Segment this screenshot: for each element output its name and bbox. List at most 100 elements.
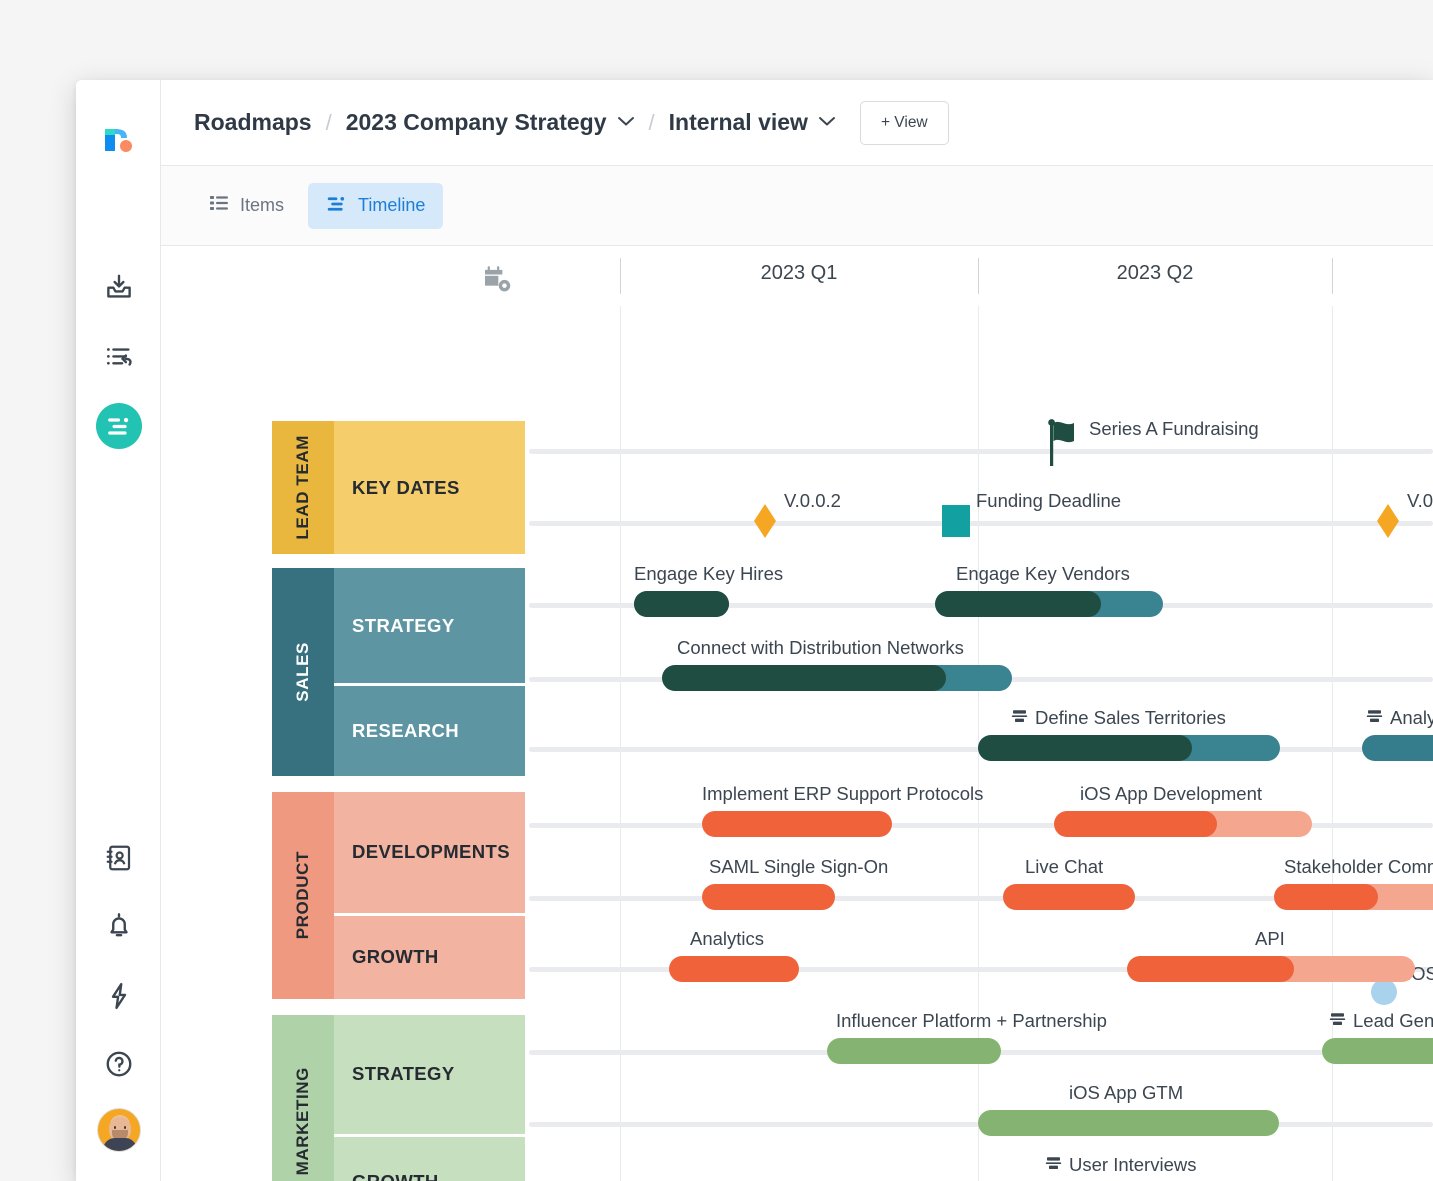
timeline-bar-live-chat[interactable] xyxy=(1003,884,1135,910)
breadcrumb-view-name[interactable]: Internal view xyxy=(669,109,836,136)
timeline-bar-ios-app-development[interactable] xyxy=(1054,811,1312,837)
bell-icon[interactable] xyxy=(76,904,161,948)
breadcrumb-roadmap-name[interactable]: 2023 Company Strategy xyxy=(346,109,635,136)
breadcrumb-roadmaps[interactable]: Roadmaps xyxy=(194,109,312,136)
tab-items-label: Items xyxy=(240,195,285,215)
timeline-bar-label-define-sales-territories: Define Sales Territories xyxy=(1011,707,1226,729)
timeline-bar-label-implement-erp-support-protocols: Implement ERP Support Protocols xyxy=(702,783,984,804)
help-icon[interactable] xyxy=(76,1042,161,1086)
tab-timeline-label: Timeline xyxy=(358,195,426,215)
contacts-icon[interactable] xyxy=(76,836,161,880)
track-line xyxy=(529,521,1433,526)
view-tabs: Items Timeline xyxy=(161,166,1433,246)
avatar-image xyxy=(96,1108,141,1152)
avatar[interactable] xyxy=(76,1106,161,1154)
breadcrumb-view-label: Internal view xyxy=(668,109,808,135)
milestone-marker-funding-deadline[interactable] xyxy=(942,505,970,537)
breadcrumb-separator: / xyxy=(325,109,332,135)
milestone-label-v003: V.0.0.3 xyxy=(1407,490,1433,511)
timeline-bar-label-analytics: Analytics xyxy=(690,928,765,949)
timeline-bar-define-sales-territories[interactable] xyxy=(978,735,1280,761)
timeline-bar-label-saml-single-sign-on: SAML Single Sign-On xyxy=(709,856,889,877)
sidebar-item-roadmaps[interactable] xyxy=(76,403,161,449)
timeline-bar-saml-single-sign-on[interactable] xyxy=(702,884,835,910)
timeline-bar-engage-key-vendors[interactable] xyxy=(935,591,1163,617)
roadmap-ref-icon-2 xyxy=(1366,707,1383,729)
timeline-bar-label-user-interviews: User Interviews xyxy=(1045,1154,1196,1176)
timeline-bar-stakeholder-commenting[interactable] xyxy=(1274,884,1433,910)
milestone-label-v002: V.0.0.2 xyxy=(784,490,841,511)
milestone-marker-ios-app-v2-release[interactable] xyxy=(1371,979,1397,1005)
lane-team-lead-team: LEAD TEAM xyxy=(272,421,334,554)
milestone-marker-v003[interactable] xyxy=(1377,504,1399,538)
timeline-canvas: 2023 Q1 2023 Q2 2023 Q3 LEAD TEAM KEY DA… xyxy=(161,246,1433,1181)
lane-team-marketing: MARKETING xyxy=(272,1015,334,1181)
timeline-bar-label-ios-app-development: iOS App Development xyxy=(1080,783,1263,804)
lane-group-sales: SALES STRATEGY RESEARCH xyxy=(272,568,525,776)
lane-team-sales: SALES xyxy=(272,568,334,776)
roadmap-ref-icon-4 xyxy=(1045,1154,1062,1176)
lane-rows-lead-team: KEY DATES xyxy=(334,421,525,554)
timeline-bar-label-live-chat: Live Chat xyxy=(1025,856,1104,877)
timeline-bar-analyze-sales-trends[interactable] xyxy=(1362,735,1433,761)
calendar-gear-icon[interactable] xyxy=(481,263,513,300)
milestone-label-funding-deadline: Funding Deadline xyxy=(976,490,1122,511)
bolt-icon[interactable] xyxy=(76,974,161,1018)
breadcrumb-separator-2: / xyxy=(648,109,655,135)
lane-row-product-growth[interactable]: GROWTH xyxy=(334,912,525,999)
lane-row-sales-strategy[interactable]: STRATEGY xyxy=(334,568,525,683)
quarter-label-q3: 2023 Q3 xyxy=(1332,262,1433,285)
timeline-icon-tab xyxy=(326,193,347,219)
lane-rows-product: DEVELOPMENTS GROWTH xyxy=(334,792,525,999)
add-view-button[interactable]: + View xyxy=(859,100,949,145)
chevron-down-icon xyxy=(617,114,635,132)
timeline-bar-label-stakeholder-commenting: Stakeholder Commenting xyxy=(1284,856,1433,877)
timeline-bar-implement-erp-support-protocols[interactable] xyxy=(702,811,892,837)
lane-row-marketing-strategy[interactable]: STRATEGY xyxy=(334,1015,525,1134)
timeline-bar-analytics[interactable] xyxy=(669,956,799,982)
timeline-bar-connect-distribution-networks[interactable] xyxy=(662,665,1012,691)
timeline-bar-lead-generation-strategies[interactable] xyxy=(1322,1038,1433,1064)
timeline-bar-label-engage-key-vendors: Engage Key Vendors xyxy=(956,563,1130,584)
roadmap-ref-icon xyxy=(1011,707,1028,729)
lane-rows-sales: STRATEGY RESEARCH xyxy=(334,568,525,776)
breadcrumb-roadmap-label: 2023 Company Strategy xyxy=(345,109,607,135)
timeline-bar-label-api: API xyxy=(1255,928,1285,949)
lane-group-lead-team: LEAD TEAM KEY DATES xyxy=(272,421,525,554)
header-bar: Roadmaps / 2023 Company Strategy / Inter… xyxy=(161,80,1433,166)
milestone-marker-series-a-fundraising[interactable] xyxy=(1047,418,1081,471)
lane-group-product: PRODUCT DEVELOPMENTS GROWTH xyxy=(272,792,525,999)
timeline-bar-label-analyze-sales-trends: Analyze Sales trends xyxy=(1366,707,1433,729)
lane-rows-marketing: STRATEGY GROWTH xyxy=(334,1015,525,1181)
timeline-bar-label-lead-generation-strategies: Lead Generation Strategies xyxy=(1329,1010,1433,1032)
milestone-label-series-a-fundraising: Series A Fundraising xyxy=(1089,418,1259,439)
timeline-bar-ios-app-gtm[interactable] xyxy=(978,1110,1279,1136)
list-icon xyxy=(209,193,229,218)
timeline-bar-label-engage-key-hires: Engage Key Hires xyxy=(634,563,784,584)
left-sidebar xyxy=(76,80,161,1181)
lane-row-marketing-growth[interactable]: GROWTH xyxy=(334,1133,525,1181)
app-window: Roadmaps / 2023 Company Strategy / Inter… xyxy=(76,80,1433,1181)
chevron-down-icon-2 xyxy=(818,114,836,132)
lane-group-marketing: MARKETING STRATEGY GROWTH xyxy=(272,1015,525,1181)
timeline-bar-label-influencer-platform-partnership: Influencer Platform + Partnership xyxy=(836,1010,1107,1031)
roadmap-ref-icon-3 xyxy=(1329,1010,1346,1032)
roadmunk-logo-icon[interactable] xyxy=(76,113,161,163)
timeline-bar-influencer-platform-partnership[interactable] xyxy=(827,1038,1001,1064)
tab-timeline[interactable]: Timeline xyxy=(308,182,444,229)
timeline-icon xyxy=(95,403,142,449)
quarter-label-q1: 2023 Q1 xyxy=(760,262,838,284)
timeline-bar-label-connect-distribution-networks: Connect with Distribution Networks xyxy=(677,637,964,658)
timeline-bar-api[interactable] xyxy=(1127,956,1415,982)
quarter-label-q2: 2023 Q2 xyxy=(1116,262,1194,284)
milestone-marker-v002[interactable] xyxy=(754,504,776,538)
list-undo-icon[interactable] xyxy=(76,335,161,379)
timeline-bar-label-ios-app-gtm: iOS App GTM xyxy=(1069,1082,1184,1103)
tab-items[interactable]: Items xyxy=(191,183,302,229)
lane-row-key-dates[interactable]: KEY DATES xyxy=(334,421,525,554)
lane-team-product: PRODUCT xyxy=(272,792,334,999)
lane-row-sales-research[interactable]: RESEARCH xyxy=(334,683,525,776)
import-icon[interactable] xyxy=(76,265,161,309)
lane-row-product-developments[interactable]: DEVELOPMENTS xyxy=(334,792,525,913)
timeline-bar-engage-key-hires[interactable] xyxy=(634,591,729,617)
